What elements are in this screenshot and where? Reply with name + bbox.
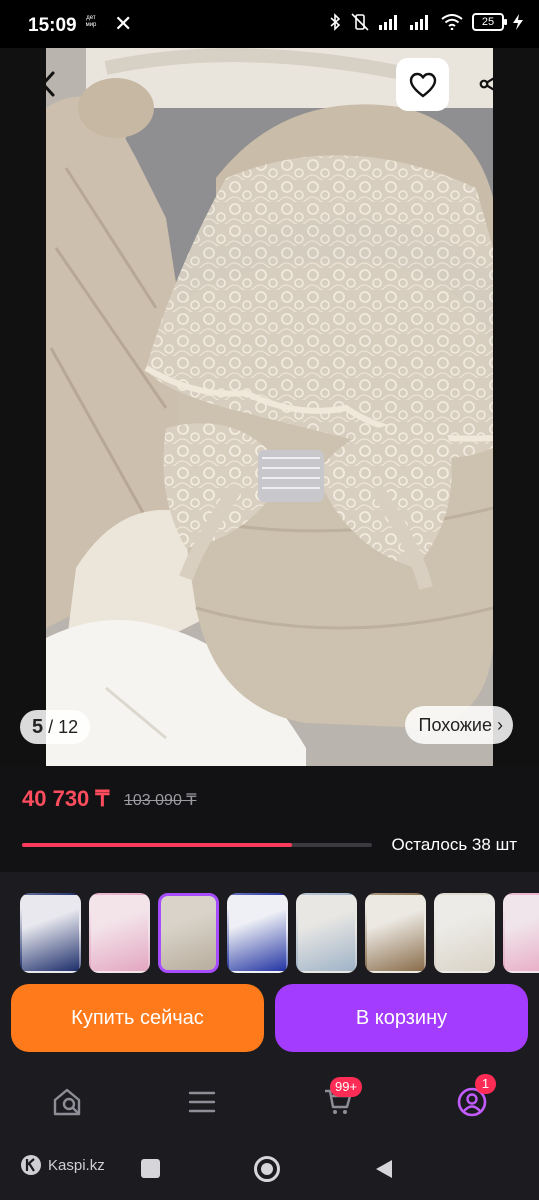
- home-dot-icon: [261, 1163, 273, 1175]
- share-icon: [479, 71, 503, 97]
- cart-badge: 99+: [330, 1077, 363, 1097]
- signal-icon: [379, 15, 397, 30]
- app-badge-line1: дет: [86, 15, 96, 21]
- buy-now-button[interactable]: Купить сейчас: [11, 984, 264, 1052]
- status-time: 15:09: [28, 15, 77, 36]
- thumbnail-5[interactable]: [296, 893, 357, 973]
- thumbnail-4[interactable]: [227, 893, 288, 973]
- image-counter-current: 5: [32, 716, 44, 738]
- vibrate-off-icon: [351, 13, 369, 31]
- back-triangle-button[interactable]: [374, 1158, 394, 1180]
- old-price: 103 090 ₸: [124, 792, 197, 809]
- add-to-cart-button[interactable]: В корзину: [275, 984, 528, 1052]
- thumbnail-6[interactable]: [365, 893, 426, 973]
- image-counter: 5 / 12: [20, 710, 91, 744]
- stock-progress-fill: [22, 843, 292, 847]
- thumbnail-1[interactable]: [20, 893, 81, 973]
- nav-catalog[interactable]: [182, 1082, 222, 1122]
- thumbnail-7[interactable]: [434, 893, 495, 973]
- favorite-button[interactable]: [396, 58, 449, 111]
- detmir-app-icon: дет мир: [80, 15, 102, 35]
- thumbnail-3[interactable]: [158, 893, 219, 973]
- thumbnail-8[interactable]: [503, 893, 539, 973]
- signal-icon-2: [410, 15, 428, 30]
- app-badge-line2: мир: [85, 22, 97, 28]
- status-icons: 25: [329, 13, 523, 31]
- home-search-icon: [53, 1088, 81, 1116]
- wifi-icon: [441, 14, 463, 30]
- kaspi-logo-icon: [21, 1155, 41, 1175]
- home-button[interactable]: [254, 1156, 280, 1182]
- thumbnail-strip: [20, 893, 539, 973]
- close-icon: ✕: [114, 11, 133, 36]
- status-bar: 15:09 дет мир ✕ 25: [0, 0, 539, 48]
- product-photo-gallery[interactable]: 5 / 12 Похожие ›: [0, 48, 539, 766]
- menu-icon: [188, 1091, 216, 1113]
- stock-remaining: Осталось 38 шт: [391, 835, 517, 854]
- system-navigation-bar: Kaspi.kz: [0, 1140, 539, 1200]
- back-button[interactable]: [28, 64, 68, 104]
- kaspi-brand-label: Kaspi.kz: [48, 1156, 105, 1174]
- recents-button[interactable]: [141, 1159, 160, 1178]
- kaspi-brand: Kaspi.kz: [20, 1154, 105, 1176]
- charging-icon: [513, 14, 523, 30]
- chevron-left-icon: [41, 71, 55, 97]
- share-button[interactable]: [466, 64, 516, 104]
- thumbnail-2[interactable]: [89, 893, 150, 973]
- profile-badge: 1: [475, 1074, 496, 1094]
- product-screen: 15:09 дет мир ✕ 25 5 / 12 Похожие › 40 7…: [0, 0, 539, 1200]
- battery-icon: 25: [472, 13, 507, 31]
- image-counter-total: / 12: [48, 717, 79, 737]
- current-price: 40 730 ₸: [22, 786, 110, 811]
- product-illustration: [46, 48, 493, 766]
- bottom-navigation: 99+ 1: [0, 1068, 539, 1138]
- nav-home[interactable]: [48, 1082, 88, 1122]
- similar-products-button[interactable]: Похожие ›: [404, 706, 513, 744]
- heart-icon: [409, 72, 436, 97]
- price-card: 40 730 ₸ 103 090 ₸ Осталось 38 шт: [0, 766, 539, 872]
- stock-progress-bar: [22, 843, 372, 847]
- bluetooth-icon: [330, 13, 341, 31]
- product-image: [46, 48, 493, 766]
